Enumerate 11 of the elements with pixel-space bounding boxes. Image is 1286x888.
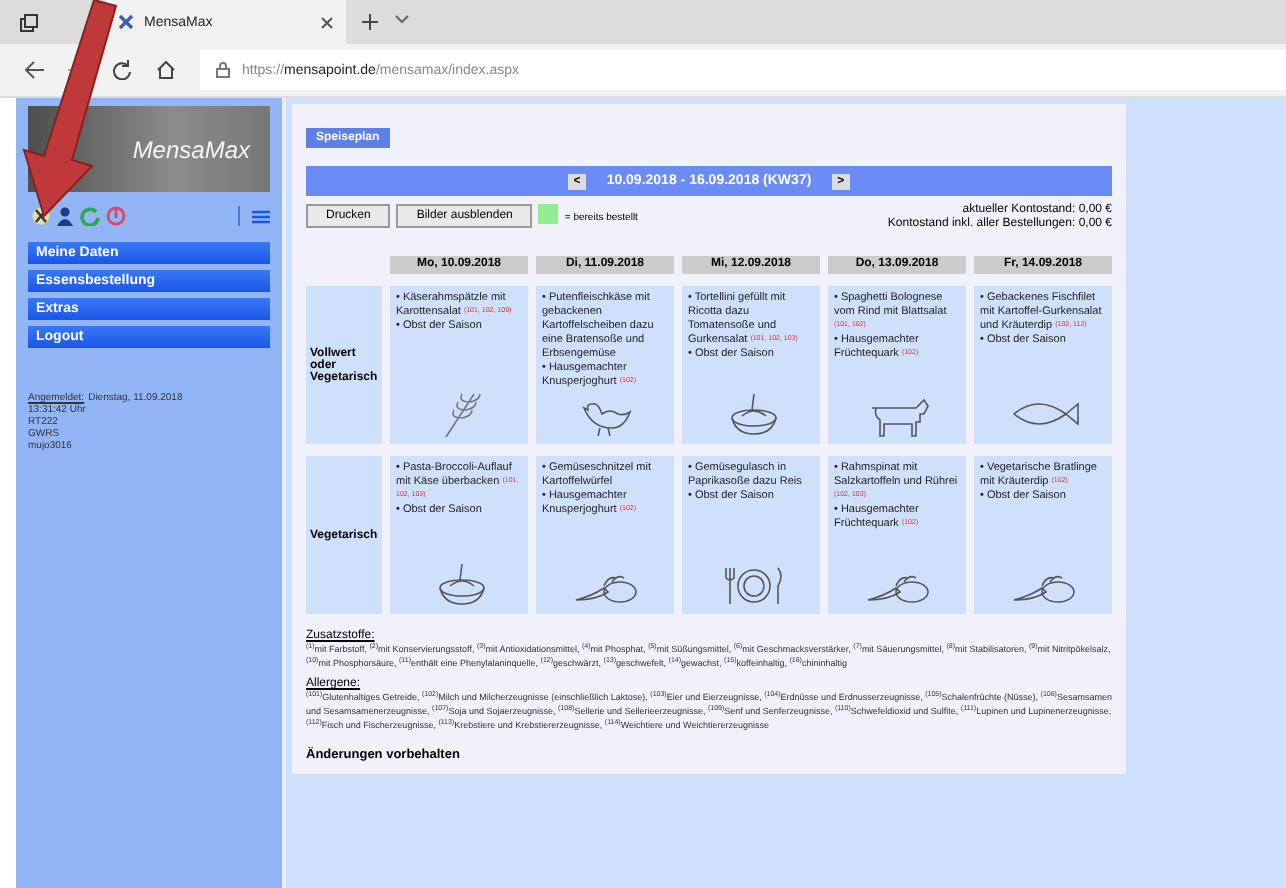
site-icon [118,14,134,30]
menu-icon[interactable] [252,209,270,223]
tabs-icon[interactable] [20,13,38,31]
home-icon[interactable] [156,60,176,80]
new-tab-icon[interactable] [362,14,378,30]
close-icon[interactable] [320,15,334,29]
lock-icon [216,62,230,78]
refresh-icon[interactable] [112,60,132,80]
back-icon[interactable] [24,60,44,80]
chevron-down-icon[interactable] [394,14,410,26]
user-icon[interactable] [56,206,74,226]
